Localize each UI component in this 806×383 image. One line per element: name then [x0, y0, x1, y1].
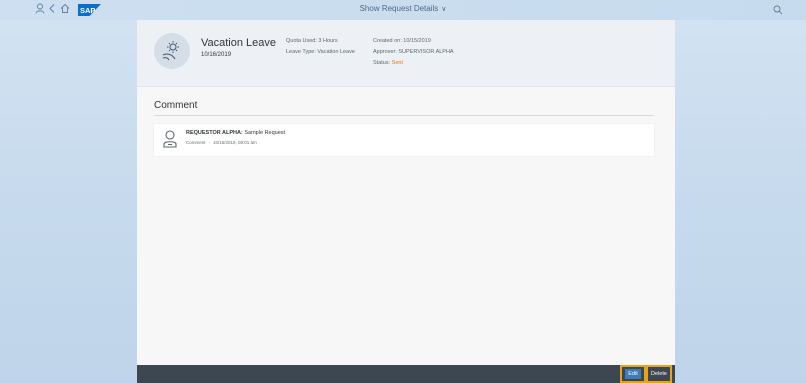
- search-icon[interactable]: [772, 4, 784, 16]
- comment-body: Sample Request: [244, 130, 286, 136]
- shell-bar: SAP Show Request Details ∨: [0, 0, 806, 20]
- quota-used: Quota Used: 3 Hours: [286, 38, 338, 44]
- status-badge: Sent: [391, 60, 403, 66]
- footer-toolbar: Edit Delete: [137, 365, 675, 383]
- comment-text: REQUESTOR ALPHA: Sample Request: [186, 130, 285, 136]
- list-item: REQUESTOR ALPHA: Sample Request Comment ·…: [154, 124, 654, 156]
- delete-button[interactable]: Delete: [646, 365, 672, 383]
- shell-title-dropdown[interactable]: Show Request Details ∨: [0, 4, 806, 13]
- chevron-down-icon: ∨: [441, 6, 447, 13]
- object-header: Vacation Leave 10/16/2019 Quota Used: 3 …: [137, 20, 675, 87]
- status-label: Status:: [373, 60, 391, 66]
- shell-title: Show Request Details: [359, 4, 439, 13]
- person-icon: [163, 130, 177, 148]
- edit-button-label: Edit: [625, 369, 641, 379]
- request-date: 10/16/2019: [201, 52, 232, 58]
- leave-type: Leave Type: Vacation Leave: [286, 49, 355, 55]
- status: Status: Sent: [373, 60, 403, 66]
- comment-type: Comment: [186, 140, 206, 145]
- approver: Approver: SUPERVISOR ALPHA: [373, 49, 454, 55]
- edit-button[interactable]: Edit: [620, 365, 646, 383]
- created-on: Created on: 10/15/2019: [373, 38, 431, 44]
- divider: [154, 115, 654, 116]
- comment-heading: Comment: [154, 100, 198, 111]
- comment-meta: Comment · 10/15/2019, 08:01 am: [186, 140, 257, 145]
- vacation-sun-icon: [154, 33, 190, 69]
- page-title: Vacation Leave: [201, 37, 277, 49]
- comment-timestamp: 10/15/2019, 08:01 am: [213, 140, 257, 145]
- comment-author: REQUESTOR ALPHA:: [186, 130, 243, 136]
- request-details-page: Vacation Leave 10/16/2019 Quota Used: 3 …: [137, 20, 675, 383]
